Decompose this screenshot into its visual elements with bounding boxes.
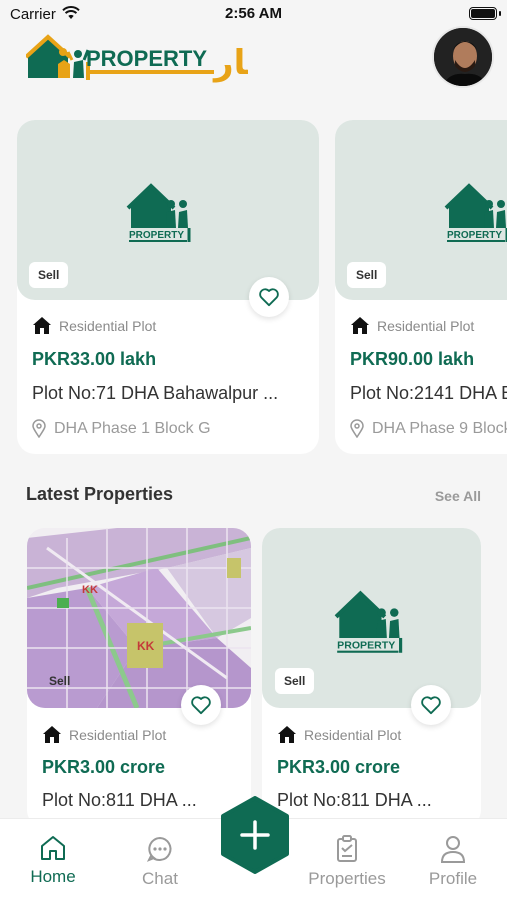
location-pin-icon: [350, 419, 364, 438]
add-property-button[interactable]: [219, 796, 291, 874]
placeholder-logo-icon: PROPERTY: [126, 183, 191, 242]
nav-item-profile[interactable]: Profile: [408, 835, 498, 889]
svg-text:PROPERTY: PROPERTY: [447, 230, 502, 241]
property-price: PKR3.00 crore: [42, 757, 166, 777]
home-filled-icon: [351, 317, 369, 334]
nav-item-chat[interactable]: Chat: [115, 835, 205, 889]
home-filled-icon: [43, 726, 61, 743]
app-logo: PROPERTY یار: [26, 34, 248, 83]
property-type-label: Residential Plot: [377, 317, 475, 334]
featured-card[interactable]: PROPERTY Sell Residential Plot PKR33.00 …: [17, 120, 319, 454]
property-location-label: DHA Phase 9 Block: [372, 419, 507, 437]
property-type-label: Residential Plot: [59, 317, 157, 334]
location-pin-icon: [32, 419, 46, 438]
property-type-label: Residential Plot: [304, 726, 402, 743]
home-filled-icon: [33, 317, 51, 334]
property-type: Residential Plot: [42, 725, 166, 744]
placeholder-logo-icon: PROPERTY: [444, 183, 507, 242]
battery-icon: [469, 7, 497, 20]
nav-label: Home: [30, 867, 76, 886]
property-title: Plot No:811 DHA ...: [277, 790, 432, 810]
favorite-button[interactable]: [181, 685, 221, 725]
brand-name: PROPERTY: [86, 46, 207, 71]
placeholder-logo-icon: PROPERTY: [334, 590, 403, 653]
status-badge: Sell: [49, 674, 71, 688]
property-type: Residential Plot: [32, 316, 156, 335]
property-type-label: Residential Plot: [69, 726, 167, 743]
property-price: PKR90.00 lakh: [350, 349, 475, 369]
see-all-link[interactable]: See All: [435, 488, 481, 504]
property-type: Residential Plot: [277, 725, 401, 744]
nav-label: Profile: [428, 869, 478, 888]
favorite-button[interactable]: [411, 685, 451, 725]
chat-icon: [146, 836, 172, 862]
avatar[interactable]: [432, 26, 494, 88]
svg-text:KK: KK: [137, 639, 155, 653]
section-title: Latest Properties: [26, 484, 174, 504]
status-badge: Sell: [29, 262, 69, 288]
property-location: DHA Phase 9 Block: [350, 419, 507, 438]
featured-card[interactable]: PROPERTY Sell Residential Plot PKR90.00 …: [335, 120, 507, 454]
favorite-button[interactable]: [249, 277, 289, 317]
heart-icon: [259, 288, 279, 307]
home-icon: [41, 836, 65, 860]
nav-item-properties[interactable]: Properties: [302, 835, 392, 889]
status-bar: Carrier 2:56 AM: [0, 0, 507, 28]
nav-label: Properties: [308, 869, 386, 888]
nav-item-home[interactable]: Home: [8, 835, 98, 887]
property-price: PKR3.00 crore: [277, 757, 401, 777]
property-price: PKR33.00 lakh: [32, 349, 157, 369]
nav-label: Chat: [142, 869, 178, 888]
status-time: 2:56 AM: [225, 5, 282, 22]
property-location-label: DHA Phase 1 Block G: [54, 419, 211, 437]
property-title: Plot No:2141 DHA Bahawalpur: [350, 383, 507, 403]
brand-urdu: یار: [212, 43, 248, 83]
heart-icon: [421, 696, 441, 715]
clipboard-icon: [337, 835, 357, 862]
svg-text:PROPERTY: PROPERTY: [337, 640, 395, 652]
svg-text:PROPERTY: PROPERTY: [129, 230, 184, 241]
latest-property-card[interactable]: PROPERTY Sell Residential Plot PKR3.00 c…: [262, 528, 481, 828]
property-title: Plot No:71 DHA Bahawalpur ...: [32, 383, 279, 403]
status-badge: Sell: [275, 668, 315, 694]
property-type: Residential Plot: [350, 316, 474, 335]
svg-text:KK: KK: [82, 584, 98, 596]
property-location: DHA Phase 1 Block G: [32, 419, 211, 438]
user-icon: [440, 836, 466, 863]
heart-icon: [191, 696, 211, 715]
featured-carousel[interactable]: PROPERTY Sell Residential Plot PKR33.00 …: [0, 120, 507, 460]
latest-property-card[interactable]: KK KK Sell Residential Plot PKR3.00 cror…: [27, 528, 251, 828]
status-badge: Sell: [347, 262, 387, 288]
home-filled-icon: [278, 726, 296, 743]
property-title: Plot No:811 DHA ...: [42, 790, 197, 810]
